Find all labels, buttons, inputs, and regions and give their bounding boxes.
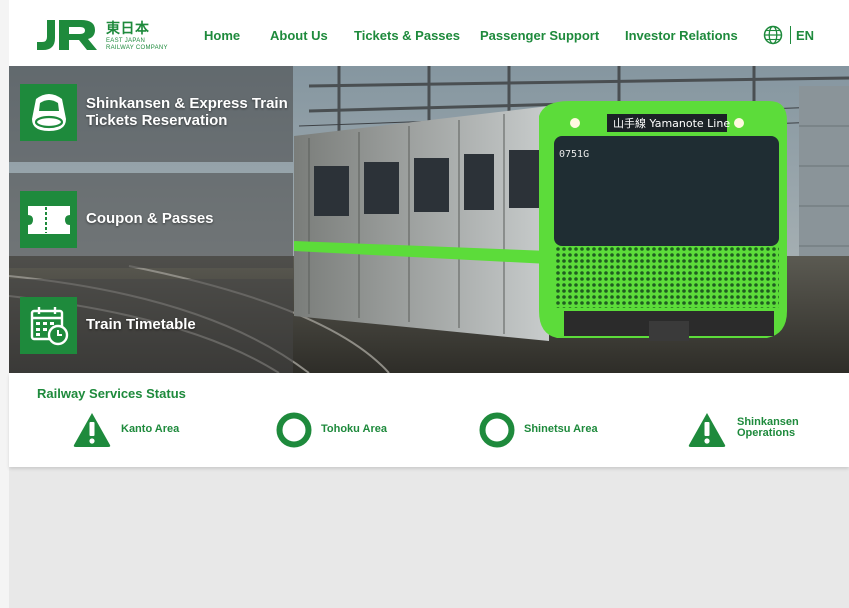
logo-english-line1: EAST JAPAN — [106, 38, 146, 44]
menu-panel-coupon-passes[interactable]: Coupon & Passes — [9, 173, 293, 268]
ticket-icon — [20, 191, 77, 248]
status-label-tohoku: Tohoku Area — [321, 423, 388, 435]
warning-icon — [73, 413, 111, 447]
nav-tickets-passes[interactable]: Tickets & Passes — [354, 28, 460, 43]
nav-investor-relations[interactable]: Investor Relations — [625, 28, 738, 43]
menu-label-coupon-passes: Coupon & Passes — [86, 210, 214, 227]
train-number: 0751G — [559, 149, 589, 160]
status-title: Railway Services Status — [37, 386, 186, 401]
logo-japanese-text: 東日本 — [106, 20, 150, 36]
normal-circle-icon — [276, 412, 312, 448]
nav-about-us[interactable]: About Us — [270, 28, 328, 43]
status-label-shinetsu: Shinetsu Area — [524, 423, 598, 435]
shinkansen-icon — [20, 84, 77, 141]
nav-passenger-support[interactable]: Passenger Support — [480, 28, 599, 43]
logo-english-line2: RAILWAY COMPANY — [106, 45, 168, 51]
menu-label-timetable: Train Timetable — [86, 316, 196, 333]
jr-east-logo[interactable]: 東日本 EAST JAPAN RAILWAY COMPANY — [37, 18, 187, 54]
calendar-clock-icon — [20, 297, 77, 354]
warning-icon — [688, 413, 726, 447]
jr-logo-icon — [37, 20, 97, 50]
menu-label-shinkansen: Shinkansen & Express Train Tickets Reser… — [86, 95, 288, 129]
menu-panel-shinkansen[interactable]: Shinkansen & Express Train Tickets Reser… — [9, 66, 293, 162]
nav-home[interactable]: Home — [204, 28, 240, 43]
language-selector[interactable]: EN — [796, 28, 814, 43]
railway-services-status: Railway Services Status Kanto Area Tohok… — [9, 373, 849, 467]
globe-icon[interactable] — [763, 25, 783, 45]
hero-banner: 山手線 Yamanote Line 0751G Shinkansen & Exp… — [9, 66, 849, 373]
status-label-kanto: Kanto Area — [121, 423, 180, 435]
train-destination-sign: 山手線 Yamanote Line — [613, 116, 730, 130]
normal-circle-icon — [479, 412, 515, 448]
status-label-shinkansen: Shinkansen Operations — [737, 416, 799, 439]
page: 東日本 EAST JAPAN RAILWAY COMPANY Home Abou… — [9, 0, 849, 608]
language-divider — [790, 26, 791, 44]
menu-panel-timetable[interactable]: Train Timetable — [9, 279, 293, 373]
site-header: 東日本 EAST JAPAN RAILWAY COMPANY Home Abou… — [9, 0, 849, 66]
